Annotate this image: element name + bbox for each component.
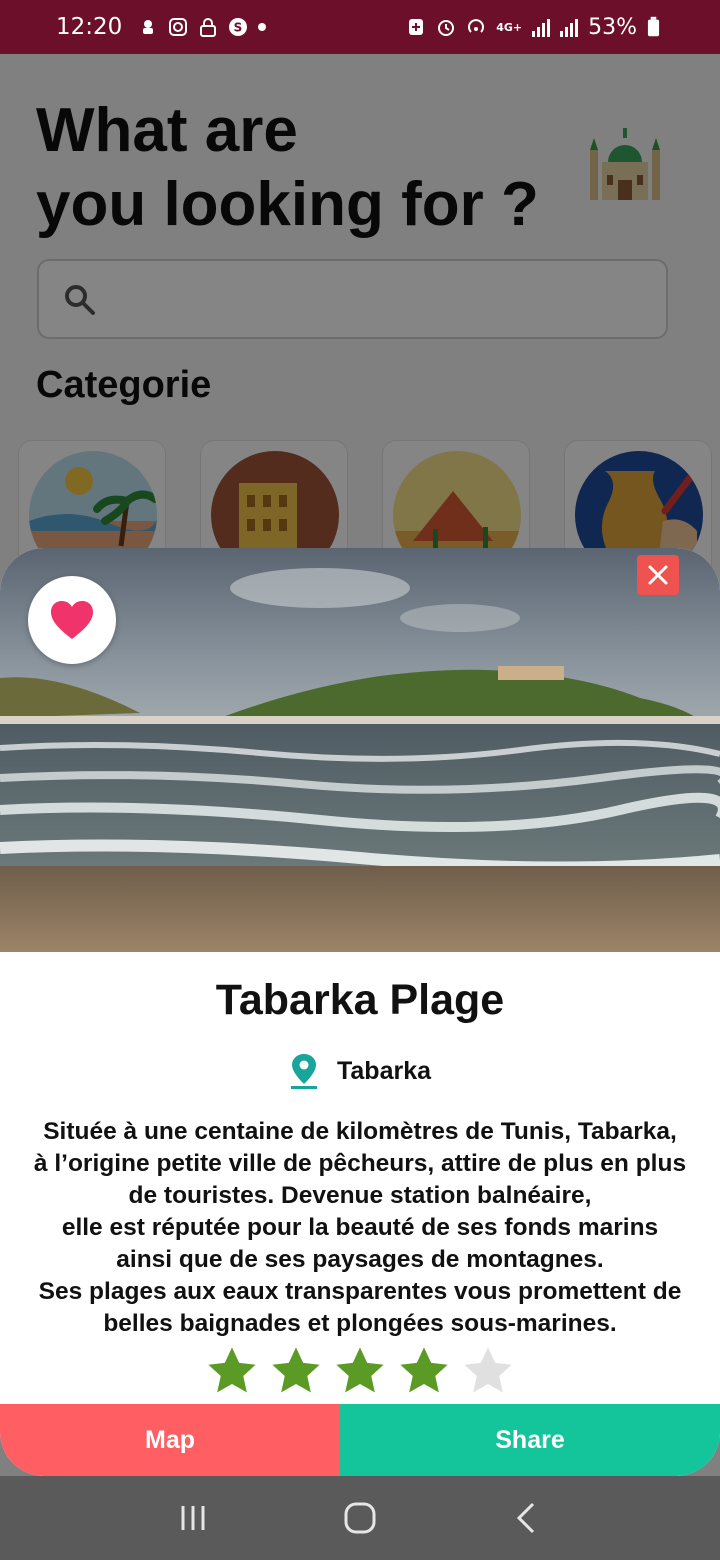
location-label: Tabarka [336,1056,432,1085]
share-button[interactable]: Share [340,1404,720,1476]
hotspot-icon [468,19,485,33]
shazam-icon: S [229,18,248,36]
star-filled-icon [336,1347,384,1393]
map-button[interactable]: Map [0,1404,340,1476]
notification-icon [143,20,154,34]
location-pin-icon [290,1054,317,1089]
signal-icon [532,17,551,37]
recent-apps-icon[interactable] [173,1498,213,1538]
network-type: 4G+ [496,20,523,34]
back-icon[interactable] [507,1498,547,1538]
star-filled-icon [400,1347,448,1393]
favorite-button[interactable] [28,576,116,664]
battery-icon [647,16,660,37]
star-filled-icon [208,1347,256,1393]
action-buttons: Map Share [0,1404,720,1476]
status-bar: 12:20 S 4G+ 53% [0,0,720,54]
star-empty-icon [464,1347,512,1393]
place-detail-dialog: Tabarka Plage Tabarka Située à une centa… [0,548,720,1476]
place-description: Située à une centaine de kilomètres de T… [33,1118,687,1337]
home-icon[interactable] [340,1498,380,1538]
location-row: Tabarka [0,1052,720,1090]
close-icon [648,565,668,585]
lock-icon [200,18,217,37]
rating-stars [0,1344,720,1398]
data-saver-icon [409,19,424,35]
close-button[interactable] [637,555,679,595]
heart-icon [51,601,93,639]
instagram-icon [169,18,188,36]
place-title: Tabarka Plage [215,976,505,1024]
svg-text:S: S [234,21,243,35]
signal-icon-2 [560,17,579,37]
alarm-icon [438,20,455,36]
navigation-bar [0,1476,720,1560]
battery-percent: 53% [588,14,637,40]
status-time: 12:20 [56,14,123,40]
more-notifications-dot [258,23,267,31]
star-filled-icon [272,1347,320,1393]
